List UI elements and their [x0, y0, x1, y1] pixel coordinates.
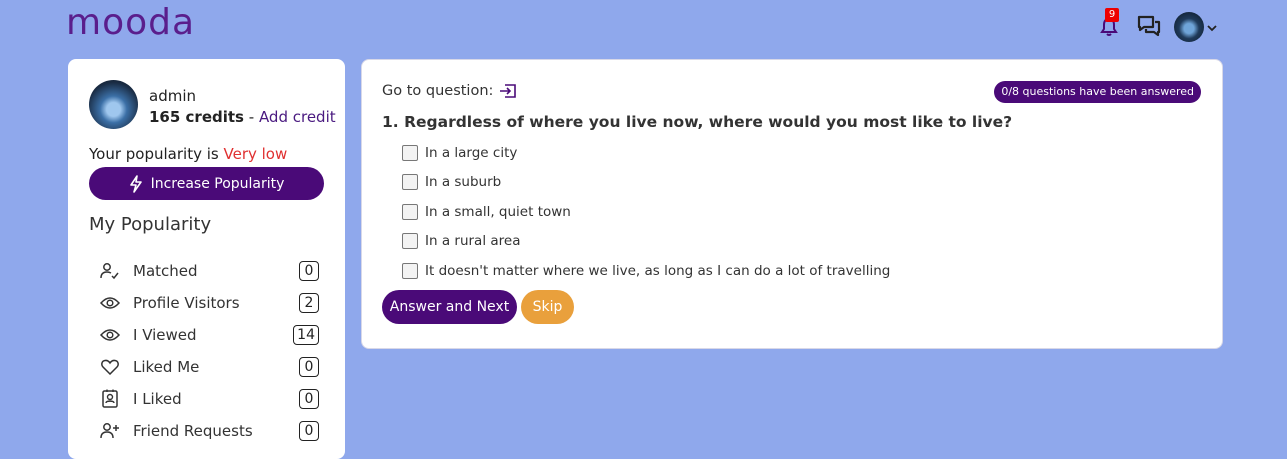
eye-icon [99, 324, 121, 346]
go-to-question-label: Go to question: [382, 83, 494, 99]
credits-separator: - [243, 108, 259, 126]
popularity-prefix: Your popularity is [89, 145, 224, 163]
popularity-item-label: I Viewed [133, 326, 197, 344]
credits-line: 165 credits - Add credit [149, 108, 336, 126]
popularity-value: Very low [223, 145, 288, 163]
popularity-item-liked-me[interactable]: Liked Me 0 [99, 351, 319, 383]
popularity-item-i-liked[interactable]: I Liked 0 [99, 383, 319, 415]
chevron-down-icon[interactable] [1207, 24, 1217, 32]
option-checkbox[interactable] [402, 233, 418, 250]
add-credit-link[interactable]: Add credit [259, 108, 336, 126]
answered-progress-badge: 0/8 questions have been answered [994, 81, 1201, 103]
option-label: In a small, quiet town [425, 203, 571, 220]
popularity-item-count: 0 [299, 357, 319, 377]
my-popularity-title: My Popularity [89, 214, 212, 235]
option-checkbox[interactable] [402, 174, 418, 191]
notification-count-badge: 9 [1105, 8, 1119, 22]
answer-option[interactable]: In a suburb [402, 168, 890, 198]
profile-name: admin [149, 87, 196, 105]
answer-option[interactable]: In a large city [402, 138, 890, 168]
answer-option[interactable]: In a small, quiet town [402, 197, 890, 227]
popularity-item-friend-requests[interactable]: Friend Requests 0 [99, 415, 319, 447]
increase-popularity-button[interactable]: Increase Popularity [89, 167, 324, 200]
popularity-item-count: 2 [299, 293, 319, 313]
chat-icon[interactable] [1136, 14, 1162, 40]
mooda-logo[interactable]: mooda [66, 2, 195, 43]
profile-card: admin 165 credits - Add credit Your popu… [68, 59, 345, 459]
answer-option[interactable]: It doesn't matter where we live, as long… [402, 256, 890, 286]
answer-option[interactable]: In a rural area [402, 227, 890, 257]
option-checkbox[interactable] [402, 144, 418, 161]
skip-button[interactable]: Skip [521, 290, 574, 324]
credits-count: 165 credits [149, 108, 244, 126]
popularity-list: Matched 0 Profile Visitors 2 I Viewed 14… [99, 255, 319, 447]
option-checkbox[interactable] [402, 203, 418, 220]
popularity-item-count: 0 [299, 261, 319, 281]
lightning-icon [129, 174, 142, 193]
option-label: In a large city [425, 144, 518, 161]
popularity-item-profile-visitors[interactable]: Profile Visitors 2 [99, 287, 319, 319]
eye-icon [99, 292, 121, 314]
user-plus-icon [99, 420, 121, 442]
contact-card-icon [99, 388, 121, 410]
popularity-item-label: Matched [133, 262, 198, 280]
option-label: In a rural area [425, 233, 521, 250]
heart-icon [99, 356, 121, 378]
popularity-item-matched[interactable]: Matched 0 [99, 255, 319, 287]
answer-options: In a large city In a suburb In a small, … [402, 138, 890, 286]
user-check-icon [99, 260, 121, 282]
popularity-status: Your popularity is Very low [89, 145, 287, 163]
question-text: 1. Regardless of where you live now, whe… [382, 113, 1013, 131]
popularity-item-count: 0 [299, 389, 319, 409]
enter-icon[interactable] [499, 84, 517, 98]
option-checkbox[interactable] [402, 262, 418, 279]
popularity-item-label: Profile Visitors [133, 294, 240, 312]
header-actions: 9 [1098, 8, 1217, 42]
user-avatar[interactable] [1174, 12, 1204, 42]
notifications-button[interactable]: 9 [1098, 8, 1122, 39]
go-to-question: Go to question: [382, 83, 517, 99]
popularity-item-label: I Liked [133, 390, 182, 408]
popularity-item-count: 0 [299, 421, 319, 441]
option-label: It doesn't matter where we live, as long… [425, 262, 891, 279]
popularity-item-label: Friend Requests [133, 422, 253, 440]
popularity-item-i-viewed[interactable]: I Viewed 14 [99, 319, 319, 351]
increase-popularity-label: Increase Popularity [150, 175, 285, 192]
profile-avatar[interactable] [89, 80, 138, 129]
answer-and-next-button[interactable]: Answer and Next [382, 290, 517, 324]
popularity-item-label: Liked Me [133, 358, 200, 376]
questionnaire-card: Go to question: 0/8 questions have been … [361, 59, 1223, 349]
option-label: In a suburb [425, 174, 502, 191]
popularity-item-count: 14 [293, 325, 319, 345]
